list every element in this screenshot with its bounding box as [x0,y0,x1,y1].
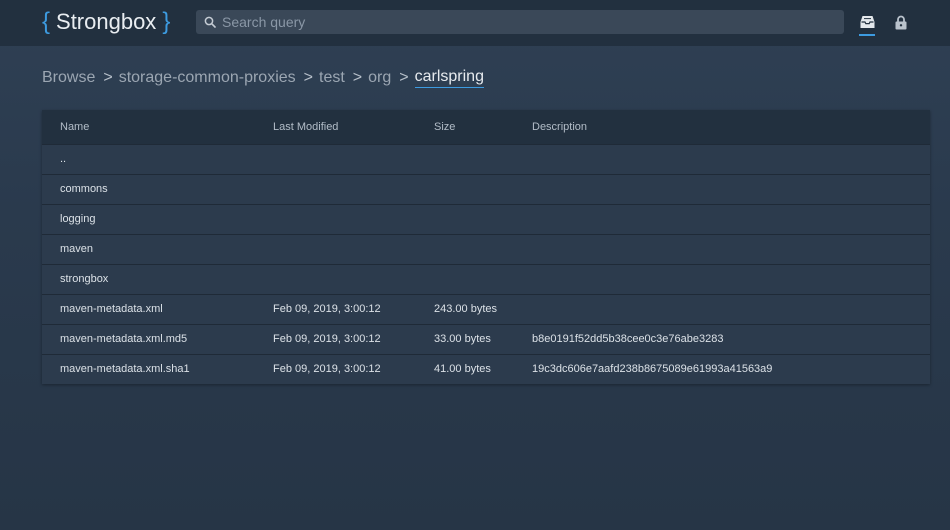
table-row[interactable]: maven-metadata.xml Feb 09, 2019, 3:00:12… [42,294,930,324]
search-bar[interactable] [196,10,844,34]
file-size [434,174,532,204]
file-size [434,234,532,264]
file-size: 33.00 bytes [434,333,491,345]
file-description [532,204,930,234]
breadcrumb-separator: > [352,69,363,86]
breadcrumb-current[interactable]: carlspring [414,68,484,88]
file-description [532,294,930,324]
file-description [532,174,930,204]
table-row[interactable]: commons [42,174,930,204]
file-size [434,144,532,174]
breadcrumb: Browse > storage-common-proxies > test >… [42,66,484,90]
table-header-row: Name Last Modified Size Description [42,110,930,144]
search-icon [204,16,216,28]
file-modified: Feb 09, 2019, 3:00:12 [273,363,381,376]
breadcrumb-separator: > [399,69,409,86]
file-name-link[interactable]: .. [42,144,273,174]
file-modified: Feb 09, 2019, 3:00:12 [273,333,381,345]
table-row[interactable]: maven-metadata.xml.md5 Feb 09, 2019, 3:0… [42,324,930,354]
table-row[interactable]: logging [42,204,930,234]
breadcrumb-root[interactable]: Browse [42,69,95,87]
file-size: 243.00 bytes [434,303,497,315]
file-modified: Feb 09, 2019, 3:00:12 [273,303,381,315]
table-row[interactable]: .. [42,144,930,174]
breadcrumb-item[interactable]: org [368,69,391,87]
breadcrumb-separator: > [103,69,113,86]
table-row[interactable]: strongbox [42,264,930,294]
file-name-link[interactable]: strongbox [42,264,273,294]
file-modified [273,204,434,234]
logo-text: Strongbox [56,9,157,34]
file-name-link[interactable]: maven-metadata.xml.md5 [42,324,273,354]
app-logo[interactable]: { Strongbox } [42,6,170,38]
file-size [434,204,532,234]
file-modified [273,174,434,204]
file-name-link[interactable]: maven-metadata.xml [42,294,273,324]
file-description [532,144,930,174]
top-navbar: { Strongbox } [0,0,950,46]
column-header-name[interactable]: Name [42,110,273,144]
file-name-link[interactable]: logging [42,204,273,234]
table-row[interactable]: maven-metadata.xml.sha1 Feb 09, 2019, 3:… [42,354,930,384]
breadcrumb-item[interactable]: test [319,69,345,87]
browse-button[interactable] [858,12,876,36]
login-button[interactable] [892,12,910,32]
file-modified [273,234,434,264]
file-browser-panel: Name Last Modified Size Description .. c… [42,110,930,384]
file-name-link[interactable]: maven [42,234,273,264]
file-size: 41.00 bytes [434,363,491,376]
column-header-last-modified[interactable]: Last Modified [273,110,434,144]
lock-icon [895,15,907,29]
file-description [532,234,930,264]
inbox-icon [860,16,874,28]
file-description: b8e0191f52dd5b38cee0c3e76abe3283 [532,333,724,345]
file-name-link[interactable]: commons [42,174,273,204]
breadcrumb-item[interactable]: storage-common-proxies [119,69,296,87]
file-modified [273,144,434,174]
file-description [532,264,930,294]
file-size [434,264,532,294]
table-row[interactable]: maven [42,234,930,264]
search-input[interactable] [222,11,844,33]
logo-brace-close: } [162,8,171,35]
file-description: 19c3dc606e7aafd238b8675089e61993a41563a9 [532,363,773,376]
breadcrumb-separator: > [303,69,313,86]
column-header-description[interactable]: Description [532,110,930,144]
file-modified [273,264,434,294]
column-header-size[interactable]: Size [434,110,532,144]
file-name-link[interactable]: maven-metadata.xml.sha1 [42,354,273,384]
logo-brace-open: { [42,8,51,35]
file-table: Name Last Modified Size Description .. c… [42,110,930,384]
